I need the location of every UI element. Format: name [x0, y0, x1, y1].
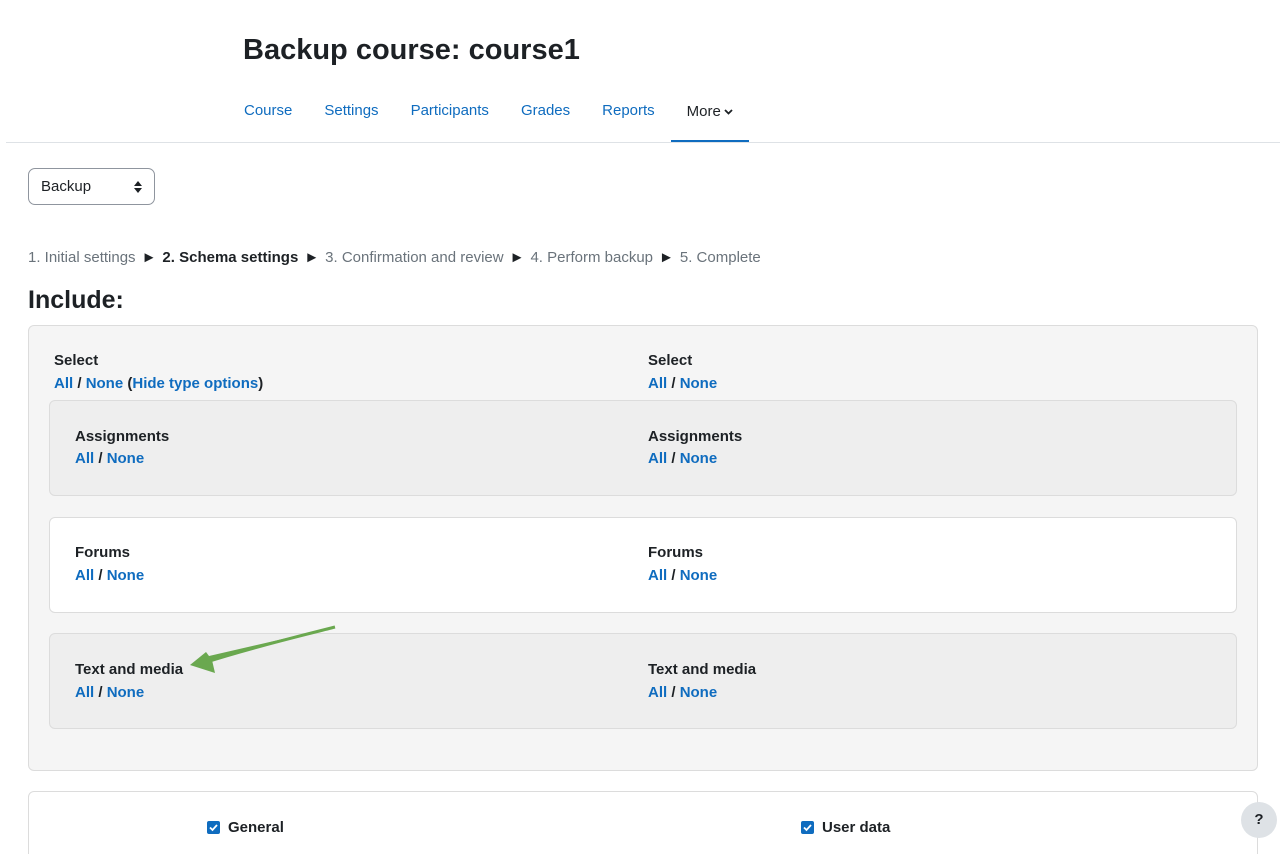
group-assignments: Assignments All / None Assignments All /… — [49, 400, 1237, 496]
step-perform-backup: 4. Perform backup — [530, 249, 654, 266]
step-complete: 5. Complete — [679, 249, 761, 266]
group-label: Assignments — [75, 428, 170, 445]
slash: / — [671, 450, 676, 467]
nav-tab-course[interactable]: Course — [228, 92, 308, 143]
help-button[interactable]: ? — [1241, 802, 1277, 838]
select-label-right: Select — [648, 352, 693, 369]
slash: / — [77, 375, 82, 392]
slash: / — [671, 567, 676, 584]
step-separator: ► — [141, 249, 157, 266]
group-links: All / None — [75, 567, 144, 584]
chevron-down-icon — [724, 92, 733, 130]
select-all-userdata-link[interactable]: All — [648, 375, 667, 392]
user-data-checkbox[interactable] — [801, 821, 814, 834]
checkmark-icon — [209, 824, 218, 832]
slash: / — [98, 567, 103, 584]
select-links-left: All / None (Hide type options) — [54, 375, 264, 392]
group-links: All / None — [648, 567, 717, 584]
group-label: Forums — [648, 544, 704, 561]
group-links: All / None — [75, 450, 144, 467]
all-link[interactable]: All — [648, 450, 667, 467]
select-none-link[interactable]: None — [86, 375, 124, 392]
include-heading: Include: — [28, 286, 124, 314]
group-label: Assignments — [648, 428, 743, 445]
nav-divider — [6, 142, 1280, 143]
group-forums: Forums All / None Forums All / None — [49, 517, 1237, 613]
none-link[interactable]: None — [107, 450, 145, 467]
group-label: Forums — [75, 544, 131, 561]
nav-tab-more[interactable]: More — [670, 92, 749, 143]
all-link[interactable]: All — [75, 567, 94, 584]
group-label: Text and media — [648, 661, 757, 678]
all-link[interactable]: All — [648, 684, 667, 701]
step-schema-settings: 2. Schema settings — [162, 249, 299, 266]
all-link[interactable]: All — [75, 450, 94, 467]
none-link[interactable]: None — [107, 684, 145, 701]
nav-more-label: More — [686, 103, 721, 120]
nav-tab-settings[interactable]: Settings — [308, 92, 394, 143]
general-checkbox[interactable] — [207, 821, 220, 834]
group-links: All / None — [648, 450, 717, 467]
backup-progress: 1. Initial settings ► 2. Schema settings ► 3… — [28, 249, 761, 266]
general-label: General — [228, 819, 284, 836]
checkmark-icon — [803, 824, 812, 832]
hide-type-options-link[interactable]: Hide type options — [132, 375, 258, 392]
step-separator: ► — [509, 249, 525, 266]
none-link[interactable]: None — [680, 450, 718, 467]
nav-tab-grades[interactable]: Grades — [505, 92, 586, 143]
user-data-label: User data — [822, 819, 891, 836]
slash: / — [98, 684, 103, 701]
nav-tab-participants[interactable]: Participants — [395, 92, 505, 143]
sort-updown-icon — [134, 181, 142, 193]
page-title: Backup course: course1 — [243, 34, 580, 66]
slash: / — [98, 450, 103, 467]
select-label-left: Select — [54, 352, 99, 369]
all-link[interactable]: All — [648, 567, 667, 584]
group-links: All / None — [648, 684, 717, 701]
step-initial-settings: 1. Initial settings — [28, 249, 136, 266]
none-link[interactable]: None — [107, 567, 145, 584]
group-links: All / None — [75, 684, 144, 701]
slash: / — [671, 684, 676, 701]
action-select-value: Backup — [41, 178, 92, 195]
select-all-link[interactable]: All — [54, 375, 73, 392]
step-separator: ► — [659, 249, 674, 266]
step-separator: ► — [304, 249, 320, 266]
secondary-navigation: Course Settings Participants Grades Repo… — [228, 92, 749, 143]
step-confirmation-review: 3. Confirmation and review — [325, 249, 504, 266]
none-link[interactable]: None — [680, 567, 718, 584]
action-select[interactable]: Backup — [28, 168, 155, 205]
group-label: Text and media — [75, 661, 184, 678]
group-text-and-media: Text and media All / None Text and media… — [49, 633, 1237, 729]
nav-tab-reports[interactable]: Reports — [586, 92, 671, 143]
select-none-userdata-link[interactable]: None — [680, 375, 718, 392]
all-link[interactable]: All — [75, 684, 94, 701]
settings-card: General User data — [28, 791, 1258, 854]
select-links-right: All / None — [648, 375, 717, 392]
slash: / — [671, 375, 676, 392]
none-link[interactable]: None — [680, 684, 718, 701]
include-panel: Select All / None (Hide type options) Se… — [28, 325, 1258, 771]
